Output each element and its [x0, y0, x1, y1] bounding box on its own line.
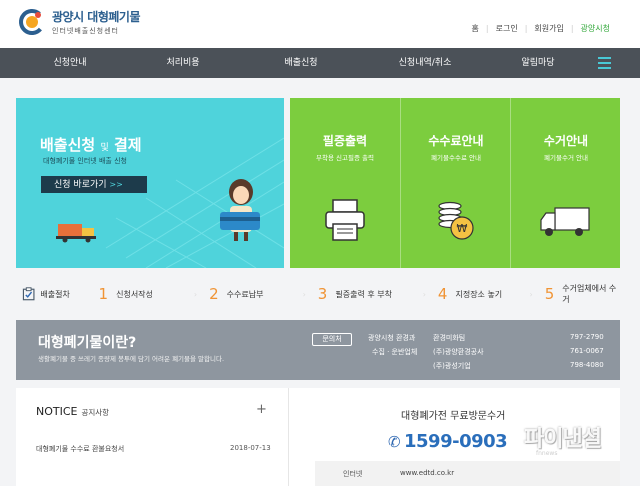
truck-icon — [540, 207, 590, 236]
logo-title[interactable]: 광양시 대형폐기물 — [52, 8, 141, 25]
banner-subtitle: 대형폐기물 인터넷 배출 신청 — [43, 157, 127, 165]
website-link[interactable]: www.edtd.co.kr — [400, 469, 454, 477]
nav-item-notice[interactable]: 알림마당 — [508, 48, 568, 78]
signup-link[interactable]: 회원가입 — [534, 23, 563, 34]
steps-label: 배출절차 — [40, 289, 70, 299]
info-description: 생활폐기물 중 쓰레기 종량제 봉투에 담기 어려운 폐기물을 말합니다. — [38, 355, 225, 363]
website-label: 인터넷 — [343, 470, 363, 478]
step-number: 4 — [437, 285, 448, 303]
contact-phone: 761-0067 — [570, 347, 604, 355]
arrow-icon: >> — [109, 180, 123, 189]
phone-icon: ✆ — [388, 433, 401, 451]
inquiry-button[interactable]: 문의처 — [312, 333, 352, 346]
quick-link-subtitle: 폐기물수수료 안내 — [431, 154, 481, 162]
divider: | — [570, 24, 574, 33]
notice-title-en: NOTICE — [36, 405, 78, 418]
step-text: 지정장소 놓기 — [455, 289, 503, 299]
nav-item-history[interactable]: 신청내역/취소 — [380, 48, 470, 78]
chevron-right-icon: › — [422, 289, 426, 299]
step-item: 4 지정장소 놓기 — [438, 285, 530, 303]
home-link[interactable]: 홈 — [472, 23, 479, 34]
nav-item-guide[interactable]: 신청안내 — [40, 48, 100, 78]
banner-title-joiner: 및 — [100, 143, 109, 153]
banner-title-part1: 배출신청 — [40, 136, 96, 154]
quick-link-collection[interactable]: 수거안내 폐기물수거 안내 — [510, 98, 620, 268]
step-number: 2 — [209, 285, 219, 303]
login-link[interactable]: 로그인 — [496, 23, 518, 34]
contact-phone: 798-4080 — [570, 361, 604, 369]
contact-org: 광양시청 환경과 — [368, 334, 416, 342]
bottom-section: NOTICE 공지사항 + 대형폐기물 수수료 환불요청서 2018-07-13 … — [16, 388, 620, 486]
step-text: 수거업체에서 수거 — [562, 284, 617, 304]
apply-banner[interactable]: 배출신청 및 결제 대형폐기물 인터넷 배출 신청 신청 바로가기 >> — [16, 98, 284, 268]
divider: | — [524, 24, 528, 33]
logo-subtitle: 인터넷배출신청센터 — [52, 27, 119, 35]
quick-link-subtitle: 부착용 신고필증 출력 — [316, 154, 374, 162]
logo-icon[interactable] — [18, 8, 46, 36]
person-with-card-icon — [220, 179, 260, 241]
quick-link-title: 필증출력 — [322, 134, 368, 148]
disposal-steps: 배출절차 1 신청서작성 › 2 수수료납부 › 3 필증출력 후 부착 › 4… — [16, 278, 620, 310]
step-number: 1 — [98, 285, 109, 303]
step-text: 수수료납부 — [226, 289, 264, 299]
watermark-subtext: fnnews — [536, 450, 558, 457]
menu-icon[interactable] — [598, 57, 611, 69]
visit-phone[interactable]: 1599-0903 — [404, 431, 508, 452]
chevron-right-icon: › — [302, 289, 306, 299]
chevron-right-icon: › — [193, 289, 198, 299]
banner-title-part2: 결제 — [113, 136, 142, 154]
contact-dept: 환경미화팀 — [433, 334, 466, 342]
quick-link-fee[interactable]: 수수료안내 폐기물수수료 안내 ₩ — [400, 98, 510, 268]
city-hall-link[interactable]: 광양시청 — [581, 23, 610, 34]
apply-shortcut-button[interactable]: 신청 바로가기 >> — [41, 176, 147, 193]
contact-org: 수집 · 운반업체 — [372, 348, 418, 356]
info-title: 대형폐기물이란? — [38, 335, 137, 351]
step-item: 1 신청서작성 — [99, 285, 194, 303]
printer-icon — [325, 199, 365, 241]
step-item: 5 수거업체에서 수거 — [545, 283, 620, 305]
nav-item-cost[interactable]: 처리비용 — [153, 48, 213, 78]
step-text: 신청서작성 — [116, 289, 153, 299]
main-nav: 신청안내 처리비용 배출신청 신청내역/취소 알림마당 — [0, 48, 640, 78]
watermark-text: 파이낸셜 — [524, 427, 602, 452]
quick-link-subtitle: 폐기물수거 안내 — [544, 154, 588, 162]
nav-item-apply[interactable]: 배출신청 — [271, 48, 331, 78]
site-header: 광양시 대형폐기물 인터넷배출신청센터 홈 | 로그인 | 회원가입 | 광양시… — [0, 0, 640, 48]
step-number: 5 — [544, 285, 555, 303]
svg-text:₩: ₩ — [457, 222, 468, 235]
info-bar: 대형폐기물이란? 생활폐기물 중 쓰레기 종량제 봉투에 담기 어려운 폐기물을… — [16, 320, 620, 380]
step-text: 필증출력 후 부착 — [335, 289, 392, 299]
visit-title: 대형폐가전 무료방문수거 — [401, 411, 506, 422]
divider: | — [485, 24, 489, 33]
utility-links: 홈 | 로그인 | 회원가입 | 광양시청 — [472, 23, 610, 34]
divider — [288, 388, 289, 486]
step-item: 2 수수료납부 — [209, 285, 302, 303]
contact-phone: 797-2790 — [570, 333, 604, 341]
notice-date: 2018-07-13 — [230, 444, 271, 452]
chevron-right-icon: › — [529, 289, 533, 299]
quick-link-title: 수거안내 — [543, 134, 589, 148]
notice-title: NOTICE 공지사항 — [36, 405, 109, 418]
step-item: 3 필증출력 후 부착 — [318, 285, 423, 303]
checklist-icon — [22, 287, 35, 301]
notice-title-ko: 공지사항 — [81, 408, 110, 417]
website-row: 인터넷 www.edtd.co.kr — [315, 461, 620, 486]
quick-link-title: 수수료안내 — [428, 134, 484, 148]
quick-links-panel: 필증출력 부착용 신고필증 출력 수수료안내 폐기물수수료 안내 ₩ 수거안내 … — [290, 98, 620, 268]
coins-icon: ₩ — [438, 201, 474, 240]
contact-dept: (주)광성기업 — [433, 362, 471, 370]
truck-illustration-icon — [56, 224, 96, 243]
step-number: 3 — [317, 285, 328, 303]
notice-list-item[interactable]: 대형폐기물 수수료 환불요청서 — [36, 444, 124, 454]
contact-dept: (주)광양환경공사 — [433, 348, 484, 356]
banner-title: 배출신청 및 결제 — [40, 134, 142, 155]
notice-more-button[interactable]: + — [256, 402, 267, 417]
apply-shortcut-label: 신청 바로가기 — [54, 180, 107, 190]
quick-link-certificate[interactable]: 필증출력 부착용 신고필증 출력 — [290, 98, 400, 268]
